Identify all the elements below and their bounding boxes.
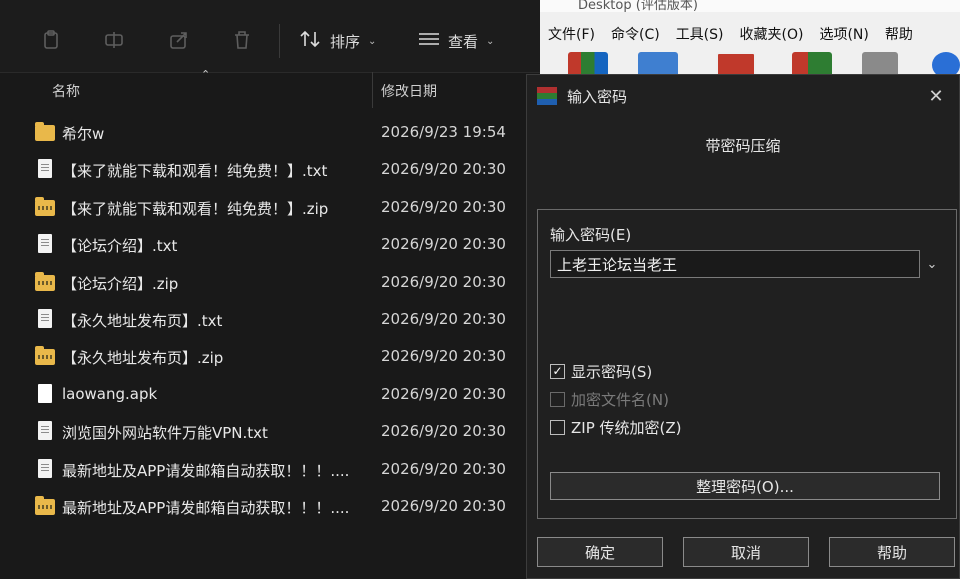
organize-passwords-button[interactable]: 整理密码(O)... <box>550 472 940 500</box>
file-name: 最新地址及APP请发邮箱自动获取！！！.... <box>62 498 350 517</box>
menu-favorites[interactable]: 收藏夹(O) <box>732 20 812 48</box>
column-name[interactable]: 名称 <box>52 81 80 101</box>
file-row[interactable]: 【来了就能下载和观看！纯免费！】.zip 2026/9/20 20:30 <box>0 189 540 226</box>
file-name: 【论坛介绍】.zip <box>62 274 179 293</box>
file-row[interactable]: 【来了就能下载和观看！纯免费！】.txt 2026/9/20 20:30 <box>0 151 540 188</box>
file-name: 最新地址及APP请发邮箱自动获取！！！.... <box>62 461 350 480</box>
column-date-modified[interactable]: 修改日期 <box>381 81 437 101</box>
menu-help[interactable]: 帮助 <box>877 20 921 48</box>
file-list: 希尔w 2026/9/23 19:54 【来了就能下载和观看！纯免费！】.txt… <box>0 114 540 525</box>
file-name: laowang.apk <box>62 384 158 403</box>
file-date: 2026/9/20 20:30 <box>381 235 506 254</box>
file-date: 2026/9/20 20:30 <box>381 422 506 441</box>
file-row[interactable]: 【论坛介绍】.zip 2026/9/20 20:30 <box>0 264 540 301</box>
file-date: 2026/9/23 19:54 <box>381 123 506 141</box>
zip-legacy-encryption-checkbox[interactable]: ZIP 传统加密(Z) <box>550 416 682 438</box>
menu-commands[interactable]: 命令(C) <box>603 20 668 48</box>
winrar-title: Desktop (评估版本) <box>540 0 960 13</box>
file-name: 【来了就能下载和观看！纯免费！】.zip <box>62 199 329 218</box>
file-date: 2026/9/20 20:30 <box>381 272 506 291</box>
file-date: 2026/9/20 20:30 <box>381 384 506 403</box>
ok-button[interactable]: 确定 <box>537 537 663 567</box>
zip-folder-icon <box>35 271 55 294</box>
zip-folder-icon <box>35 495 55 518</box>
chevron-down-icon: ⌄ <box>368 35 377 47</box>
file-name: 【来了就能下载和观看！纯免费！】.txt <box>62 162 328 181</box>
password-dialog: 输入密码 ✕ 带密码压缩 输入密码(E) ⌄ ✓ 显示密码(S) 加密文件名(N… <box>526 74 960 579</box>
menu-file[interactable]: 文件(F) <box>540 20 603 48</box>
file-row[interactable]: 最新地址及APP请发邮箱自动获取！！！.... 2026/9/20 20:30 <box>0 451 540 488</box>
password-input[interactable] <box>550 250 920 278</box>
file-name: 【永久地址发布页】.txt <box>62 311 223 330</box>
checkmark-icon: ✓ <box>550 363 565 379</box>
password-combobox: ⌄ <box>550 250 944 278</box>
checkbox-box <box>550 419 565 435</box>
file-row[interactable]: 浏览国外网站软件万能VPN.txt 2026/9/20 20:30 <box>0 413 540 450</box>
view-label: 查看 <box>448 32 479 51</box>
sort-icon <box>300 30 322 52</box>
column-divider[interactable] <box>372 72 373 108</box>
file-row[interactable]: 希尔w 2026/9/23 19:54 <box>0 114 540 151</box>
folder-icon <box>35 122 55 144</box>
file-row[interactable]: 【永久地址发布页】.txt 2026/9/20 20:30 <box>0 301 540 338</box>
toolbar-divider <box>279 24 280 58</box>
text-file-icon <box>35 308 55 331</box>
file-row[interactable]: laowang.apk 2026/9/20 20:30 <box>0 376 540 413</box>
file-date: 2026/9/20 20:30 <box>381 459 506 478</box>
file-date: 2026/9/20 20:30 <box>381 347 506 366</box>
file-date: 2026/9/20 20:30 <box>381 309 506 328</box>
column-header: ⌃ 名称 修改日期 <box>0 68 540 108</box>
file-name: 【永久地址发布页】.zip <box>62 349 224 368</box>
view-button[interactable]: 查看 ⌄ <box>418 24 494 58</box>
cancel-button[interactable]: 取消 <box>683 537 809 567</box>
sort-ascending-icon: ⌃ <box>201 68 211 81</box>
chevron-down-icon: ⌄ <box>486 35 495 47</box>
encrypt-filenames-label: 加密文件名(N) <box>571 390 669 409</box>
zip-legacy-label: ZIP 传统加密(Z) <box>571 418 682 437</box>
file-date: 2026/9/20 20:30 <box>381 496 506 515</box>
show-password-checkbox[interactable]: ✓ 显示密码(S) <box>550 360 652 382</box>
apk-file-icon <box>35 383 55 406</box>
dialog-titlebar: 输入密码 ✕ <box>527 75 959 115</box>
view-list-icon <box>418 30 440 52</box>
text-file-icon <box>35 458 55 481</box>
show-password-label: 显示密码(S) <box>571 362 653 381</box>
winrar-app-icon <box>537 87 557 105</box>
delete-icon[interactable] <box>228 26 256 54</box>
text-file-icon <box>35 159 55 181</box>
file-row[interactable]: 最新地址及APP请发邮箱自动获取！！！.... 2026/9/20 20:30 <box>0 488 540 525</box>
help-button[interactable]: 帮助 <box>829 537 955 567</box>
encrypt-filenames-checkbox: 加密文件名(N) <box>550 388 669 410</box>
close-icon[interactable]: ✕ <box>923 83 949 109</box>
file-date: 2026/9/20 20:30 <box>381 197 506 216</box>
file-name: 浏览国外网站软件万能VPN.txt <box>62 424 268 443</box>
chevron-down-icon[interactable]: ⌄ <box>920 250 944 278</box>
file-row[interactable]: 【永久地址发布页】.zip 2026/9/20 20:30 <box>0 338 540 375</box>
text-file-icon <box>35 234 55 256</box>
file-name: 希尔w <box>62 125 105 143</box>
file-name: 【论坛介绍】.txt <box>62 237 178 256</box>
share-icon[interactable] <box>165 26 193 54</box>
explorer-toolbar: 排序 ⌄ 查看 ⌄ <box>0 0 540 73</box>
file-explorer: 排序 ⌄ 查看 ⌄ ⌃ 名称 修改日期 希尔w 2026/9/23 19:54 … <box>0 0 540 579</box>
file-date: 2026/9/20 20:30 <box>381 160 506 179</box>
dialog-heading: 带密码压缩 <box>705 137 781 155</box>
rename-icon[interactable] <box>100 26 128 54</box>
menu-tools[interactable]: 工具(S) <box>668 20 732 48</box>
password-group: 输入密码(E) ⌄ ✓ 显示密码(S) 加密文件名(N) ZIP 传统加密(Z)… <box>537 209 957 519</box>
password-label: 输入密码(E) <box>550 226 632 244</box>
menu-options[interactable]: 选项(N) <box>811 20 876 48</box>
checkbox-box <box>550 391 565 407</box>
zip-folder-icon <box>35 346 55 368</box>
sort-button[interactable]: 排序 ⌄ <box>300 24 376 58</box>
dialog-title: 输入密码 <box>567 88 628 106</box>
sort-label: 排序 <box>330 32 361 51</box>
text-file-icon <box>35 421 55 443</box>
copy-icon[interactable] <box>37 26 65 54</box>
zip-folder-icon <box>35 196 55 219</box>
winrar-menubar: 文件(F) 命令(C) 工具(S) 收藏夹(O) 选项(N) 帮助 <box>540 20 960 48</box>
file-row[interactable]: 【论坛介绍】.txt 2026/9/20 20:30 <box>0 226 540 263</box>
